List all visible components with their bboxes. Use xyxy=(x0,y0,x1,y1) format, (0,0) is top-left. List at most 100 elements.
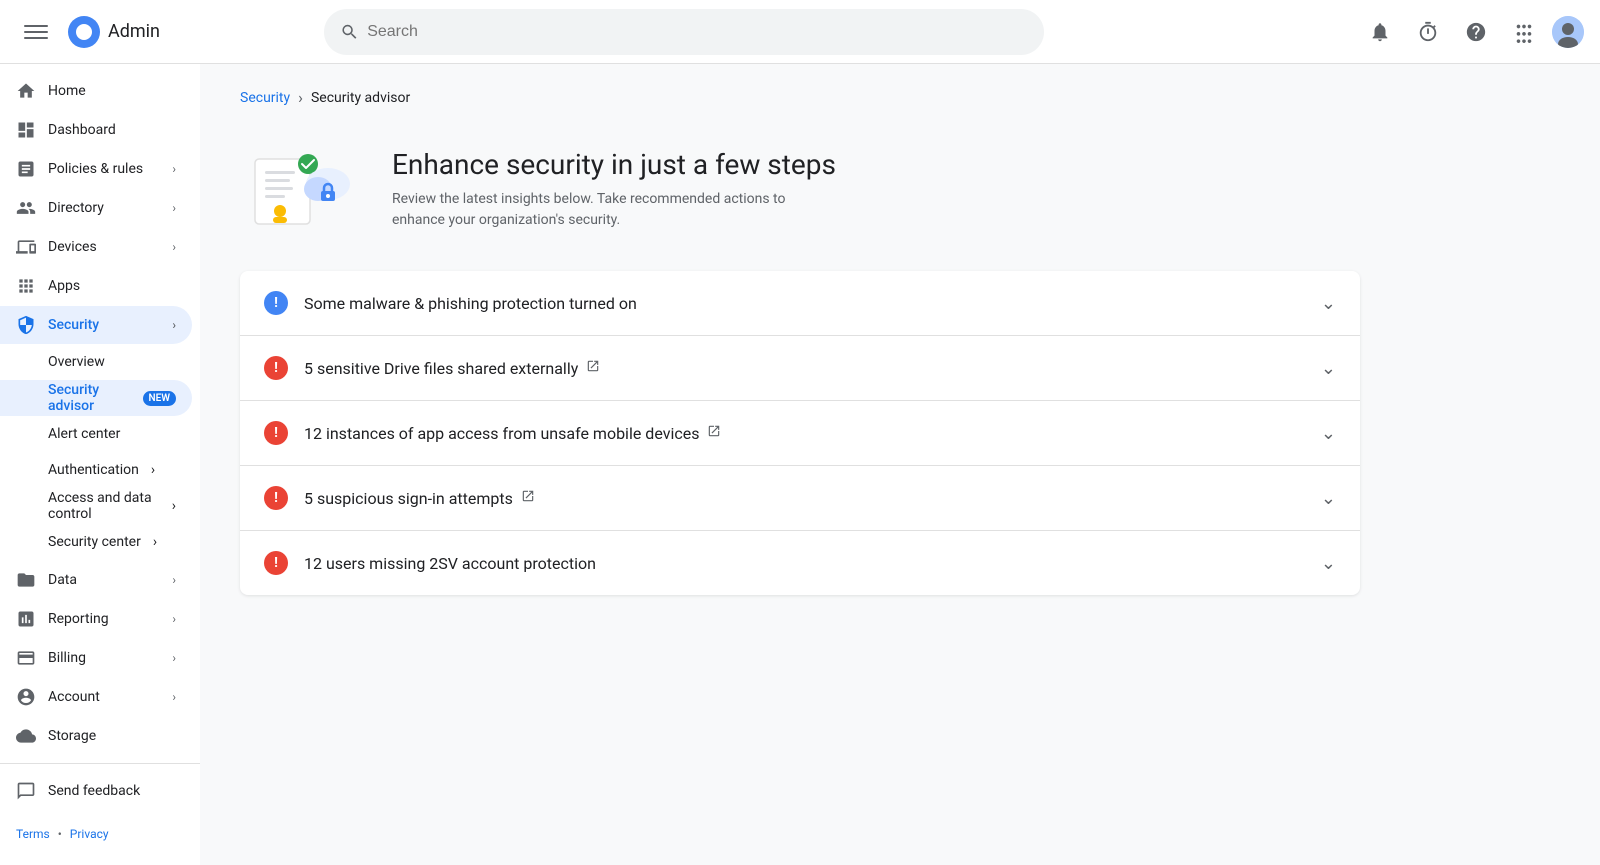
search-bar[interactable] xyxy=(324,9,1044,55)
hero-section: Enhance security in just a few steps Rev… xyxy=(240,139,1360,239)
reporting-icon xyxy=(16,609,36,629)
topbar-icons xyxy=(1360,12,1584,52)
logo-inner xyxy=(76,24,92,40)
menu-icon[interactable] xyxy=(16,12,56,52)
privacy-link[interactable]: Privacy xyxy=(70,827,109,841)
security-submenu: Overview Security advisor NEW Alert cent… xyxy=(0,344,200,560)
data-chevron: › xyxy=(172,573,176,587)
sidebar-item-home[interactable]: Home xyxy=(0,72,192,111)
logo: Admin xyxy=(68,16,160,48)
sidebar-sub-overview[interactable]: Overview xyxy=(0,344,192,380)
storage-label: Storage xyxy=(48,728,96,744)
warning-icon-signin: ! xyxy=(264,486,288,510)
sidebar-item-account[interactable]: Account › xyxy=(0,677,192,716)
billing-label: Billing xyxy=(48,650,86,666)
authentication-label: Authentication xyxy=(48,462,139,478)
warning-icon-drive: ! xyxy=(264,356,288,380)
help-icon[interactable] xyxy=(1456,12,1496,52)
sidebar-sub-authentication[interactable]: Authentication › xyxy=(0,452,192,488)
apps-label: Apps xyxy=(48,278,80,294)
sidebar-item-data[interactable]: Data › xyxy=(0,560,192,599)
sidebar-item-feedback[interactable]: Send feedback xyxy=(0,772,192,811)
overview-label: Overview xyxy=(48,354,105,370)
security-label: Security xyxy=(48,317,99,333)
security-icon xyxy=(16,315,36,335)
devices-chevron: › xyxy=(172,240,176,254)
sidebar-item-devices[interactable]: Devices › xyxy=(0,228,192,267)
accordion-item-app-access: ! 12 instances of app access from unsafe… xyxy=(240,401,1360,466)
accordion-item-signin: ! 5 suspicious sign-in attempts ⌄ xyxy=(240,466,1360,531)
external-link-icon-app-access xyxy=(707,424,721,442)
main-layout: Home Dashboard Policies & rules › Direct… xyxy=(0,64,1600,865)
sidebar-item-storage[interactable]: Storage xyxy=(0,716,192,755)
directory-chevron: › xyxy=(172,201,176,215)
external-link-icon-signin xyxy=(521,489,535,507)
sidebar-sub-alert-center[interactable]: Alert center xyxy=(0,416,192,452)
external-link-icon-drive xyxy=(586,359,600,377)
accordion-item-2sv: ! 12 users missing 2SV account protectio… xyxy=(240,531,1360,595)
title-text-signin: 5 suspicious sign-in attempts xyxy=(304,489,513,508)
access-control-label: Access and data control xyxy=(48,490,160,522)
hero-description: Review the latest insights below. Take r… xyxy=(392,189,792,231)
hero-title: Enhance security in just a few steps xyxy=(392,148,836,181)
title-text-2sv: 12 users missing 2SV account protection xyxy=(304,554,596,573)
sidebar-item-policies[interactable]: Policies & rules › xyxy=(0,150,192,189)
warning-icon-2sv: ! xyxy=(264,551,288,575)
avatar[interactable] xyxy=(1552,16,1584,48)
sidebar: Home Dashboard Policies & rules › Direct… xyxy=(0,64,200,865)
search-input[interactable] xyxy=(367,23,1028,41)
hero-illustration xyxy=(240,139,360,239)
sidebar-item-dashboard[interactable]: Dashboard xyxy=(0,111,192,150)
notifications-icon[interactable] xyxy=(1360,12,1400,52)
accordion-header-malware[interactable]: ! Some malware & phishing protection tur… xyxy=(240,271,1360,335)
sidebar-sub-access-control[interactable]: Access and data control › xyxy=(0,488,192,524)
accordion-item-drive: ! 5 sensitive Drive files shared externa… xyxy=(240,336,1360,401)
home-icon xyxy=(16,81,36,101)
devices-label: Devices xyxy=(48,239,97,255)
accordion-title-malware: Some malware & phishing protection turne… xyxy=(304,294,1305,313)
sidebar-item-directory[interactable]: Directory › xyxy=(0,189,192,228)
breadcrumb-separator: › xyxy=(298,88,303,107)
dashboard-icon xyxy=(16,120,36,140)
policies-chevron: › xyxy=(172,162,176,176)
terms-link[interactable]: Terms xyxy=(16,827,50,841)
title-text-app-access: 12 instances of app access from unsafe m… xyxy=(304,424,699,443)
timer-icon[interactable] xyxy=(1408,12,1448,52)
new-badge: NEW xyxy=(143,391,177,406)
directory-icon xyxy=(16,198,36,218)
apps-icon xyxy=(16,276,36,296)
sidebar-divider xyxy=(0,763,200,764)
icon-text-malware: ! xyxy=(274,295,278,311)
sidebar-sub-security-center[interactable]: Security center › xyxy=(0,524,192,560)
breadcrumb-current: Security advisor xyxy=(311,90,410,106)
sidebar-item-apps[interactable]: Apps xyxy=(0,267,192,306)
accordion: ! Some malware & phishing protection tur… xyxy=(240,271,1360,595)
accordion-title-signin: 5 suspicious sign-in attempts xyxy=(304,489,1305,508)
accordion-header-signin[interactable]: ! 5 suspicious sign-in attempts ⌄ xyxy=(240,466,1360,530)
dashboard-label: Dashboard xyxy=(48,122,116,138)
security-chevron: › xyxy=(172,318,176,332)
accordion-title-app-access: 12 instances of app access from unsafe m… xyxy=(304,424,1305,443)
accordion-header-2sv[interactable]: ! 12 users missing 2SV account protectio… xyxy=(240,531,1360,595)
sidebar-item-security[interactable]: Security › xyxy=(0,306,192,345)
billing-icon xyxy=(16,648,36,668)
accordion-title-drive: 5 sensitive Drive files shared externall… xyxy=(304,359,1305,378)
warning-icon-malware: ! xyxy=(264,291,288,315)
icon-text-drive: ! xyxy=(274,360,278,376)
sidebar-item-billing[interactable]: Billing › xyxy=(0,638,192,677)
search-icon xyxy=(340,22,359,42)
accordion-chevron-2sv: ⌄ xyxy=(1321,553,1336,574)
access-chevron: › xyxy=(172,498,176,514)
accordion-chevron-signin: ⌄ xyxy=(1321,488,1336,509)
accordion-header-drive[interactable]: ! 5 sensitive Drive files shared externa… xyxy=(240,336,1360,400)
accordion-header-app-access[interactable]: ! 12 instances of app access from unsafe… xyxy=(240,401,1360,465)
warning-icon-app-access: ! xyxy=(264,421,288,445)
data-label: Data xyxy=(48,572,77,588)
data-icon xyxy=(16,570,36,590)
apps-grid-icon[interactable] xyxy=(1504,12,1544,52)
breadcrumb-parent[interactable]: Security xyxy=(240,90,290,106)
account-chevron: › xyxy=(172,690,176,704)
title-text-malware: Some malware & phishing protection turne… xyxy=(304,294,637,313)
sidebar-item-reporting[interactable]: Reporting › xyxy=(0,599,192,638)
sidebar-sub-security-advisor[interactable]: Security advisor NEW xyxy=(0,380,192,416)
